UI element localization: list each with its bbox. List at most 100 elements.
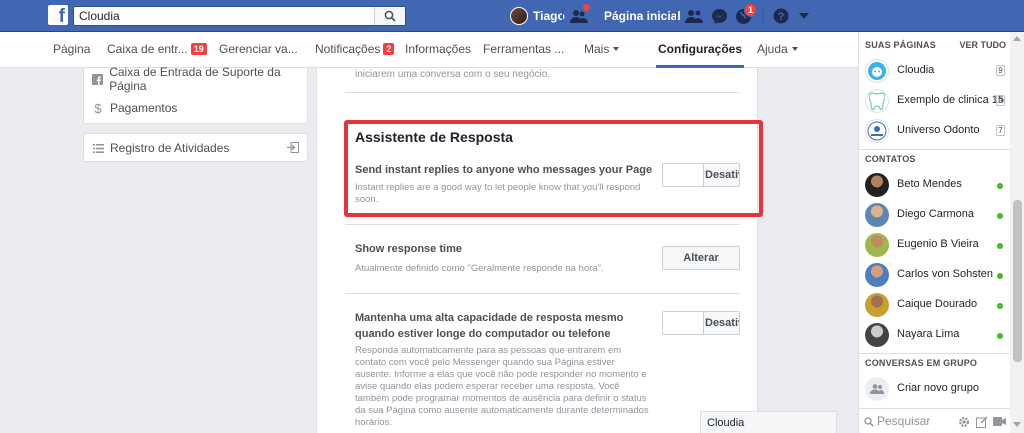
tab-notifications[interactable]: Notificações 2 <box>315 32 395 68</box>
friend-requests-button[interactable] <box>570 4 590 26</box>
contact-item[interactable]: Caique Dourado <box>859 291 1011 319</box>
tab-more[interactable]: Mais <box>584 32 620 68</box>
notifications-count-badge: 2 <box>383 43 395 55</box>
chevron-down-icon <box>613 47 620 51</box>
video-call-icon[interactable] <box>993 415 1006 428</box>
menu-item-activity-log[interactable]: Registro de Atividades <box>92 139 229 157</box>
activity-log-box: Registro de Atividades <box>83 133 308 162</box>
messenger-button[interactable] <box>710 6 728 26</box>
cloudia-logo-icon <box>865 59 889 83</box>
svg-text:?: ? <box>778 11 785 23</box>
list-icon <box>92 142 104 154</box>
open-log-icon[interactable] <box>287 142 299 156</box>
avatar <box>865 293 889 317</box>
menu-item-payments[interactable]: $ Pagamentos <box>92 99 177 117</box>
see-all-link[interactable]: VER TUDO <box>959 40 1006 50</box>
avatar <box>510 7 528 25</box>
universo-odonto-logo-icon <box>865 119 889 143</box>
search-box[interactable] <box>73 6 406 26</box>
gear-icon[interactable] <box>957 415 970 428</box>
contact-item[interactable]: Diego Carmona <box>859 201 1011 229</box>
divider <box>562 9 563 23</box>
notifications-count-badge: 1 <box>744 3 758 17</box>
contact-item[interactable]: Nayara Lima <box>859 321 1011 349</box>
tab-help[interactable]: Ajuda <box>757 32 798 68</box>
contact-item[interactable]: Carlos von Sohsten <box>859 261 1011 289</box>
tab-inbox[interactable]: Caixa de entr... 19 <box>107 32 207 68</box>
settings-menu: Caixa de Entrada de Suporte da Página $ … <box>83 65 308 124</box>
divider <box>676 9 677 23</box>
triangle-down-icon <box>799 13 809 19</box>
chat-search-bar: Pesquisar <box>859 408 1011 433</box>
divider <box>859 353 1011 354</box>
contact-item[interactable]: Eugenio B Vieira <box>859 231 1011 259</box>
friends-button[interactable] <box>684 6 704 26</box>
online-status-dot <box>997 303 1003 309</box>
search-icon <box>384 10 396 22</box>
sidebar-page-universo-odonto[interactable]: Universo Odonto 7 <box>859 117 1011 145</box>
scroll-thumb[interactable] <box>1013 200 1022 362</box>
avatar <box>865 233 889 257</box>
sidebar-page-exemplo-clinica[interactable]: Exemplo de clinica 15 9 <box>859 87 1011 115</box>
tab-info[interactable]: Informações <box>405 32 471 68</box>
new-dot-badge <box>583 4 590 11</box>
page-count-badge: 7 <box>996 125 1005 136</box>
page-count-badge: 9 <box>996 65 1005 76</box>
online-status-dot <box>997 273 1003 279</box>
divider <box>762 9 763 23</box>
toggle-off-label: Desativado <box>703 312 739 334</box>
scroll-up-arrow-icon[interactable] <box>1013 36 1021 41</box>
chat-tab[interactable]: Cloudia <box>700 411 837 433</box>
change-response-time-button[interactable]: Alterar <box>662 246 740 270</box>
tab-settings[interactable]: Configurações <box>656 32 745 68</box>
create-group-button[interactable]: Criar novo grupo <box>859 375 1011 403</box>
tab-pagina[interactable]: Página <box>53 32 90 68</box>
user-name: Tiago <box>533 9 565 23</box>
profile-link[interactable]: Tiago <box>510 7 565 25</box>
avatar <box>865 323 889 347</box>
response-time-title: Show response time <box>355 243 462 255</box>
facebook-logo-icon[interactable]: f <box>48 5 68 25</box>
chat-search-input[interactable]: Pesquisar <box>877 414 930 428</box>
menu-item-support-inbox[interactable]: Caixa de Entrada de Suporte da Página <box>92 65 307 93</box>
tooth-icon <box>865 89 889 113</box>
away-desc: Responda automaticamente para as pessoas… <box>355 345 649 428</box>
dollar-icon: $ <box>94 100 102 116</box>
highlight-box <box>344 120 763 217</box>
notifications-button[interactable]: 1 <box>734 3 758 26</box>
pages-header: SUAS PÁGINAS <box>865 40 936 50</box>
tab-tools[interactable]: Ferramentas ... <box>483 32 564 68</box>
group-conversations-header: CONVERSAS EM GRUPO <box>865 358 978 368</box>
group-icon <box>865 377 889 401</box>
online-status-dot <box>997 183 1003 189</box>
scroll-down-arrow-icon[interactable] <box>1013 422 1021 427</box>
messenger-icon <box>711 8 727 24</box>
page-navigation: Página Caixa de entr... 19 Gerenciar va..… <box>0 32 858 68</box>
top-bar: f Tiago Página inicial 1 ? <box>0 0 1024 32</box>
contacts-header: CONTATOS <box>865 154 916 164</box>
help-button[interactable]: ? <box>772 6 790 26</box>
search-icon <box>864 416 874 430</box>
chat-sidebar: SUAS PÁGINAS VER TUDO Cloudia 9 Exemplo … <box>858 32 1011 433</box>
search-input[interactable] <box>74 7 374 25</box>
divider <box>345 293 740 294</box>
account-menu-button[interactable] <box>798 6 810 26</box>
contact-item[interactable]: Beto Mendes <box>859 171 1011 199</box>
response-time-desc: Atualmente definido como "Geralmente res… <box>355 263 604 274</box>
friends-icon <box>685 10 703 23</box>
divider <box>859 149 1011 150</box>
online-status-dot <box>997 243 1003 249</box>
away-toggle[interactable]: Desativado <box>662 311 740 335</box>
question-icon: ? <box>773 8 789 24</box>
compose-icon[interactable] <box>975 415 988 428</box>
sidebar-page-cloudia[interactable]: Cloudia 9 <box>859 57 1011 85</box>
divider <box>345 92 740 93</box>
search-button[interactable] <box>374 7 405 25</box>
page-scrollbar[interactable] <box>1010 32 1024 433</box>
home-link[interactable]: Página inicial <box>604 9 681 23</box>
chevron-down-icon <box>791 47 798 51</box>
facebook-square-icon <box>92 73 104 85</box>
tab-manage[interactable]: Gerenciar va... <box>219 32 298 68</box>
online-status-dot <box>997 213 1003 219</box>
away-title: Mantenha uma alta capacidade de resposta… <box>355 312 624 340</box>
